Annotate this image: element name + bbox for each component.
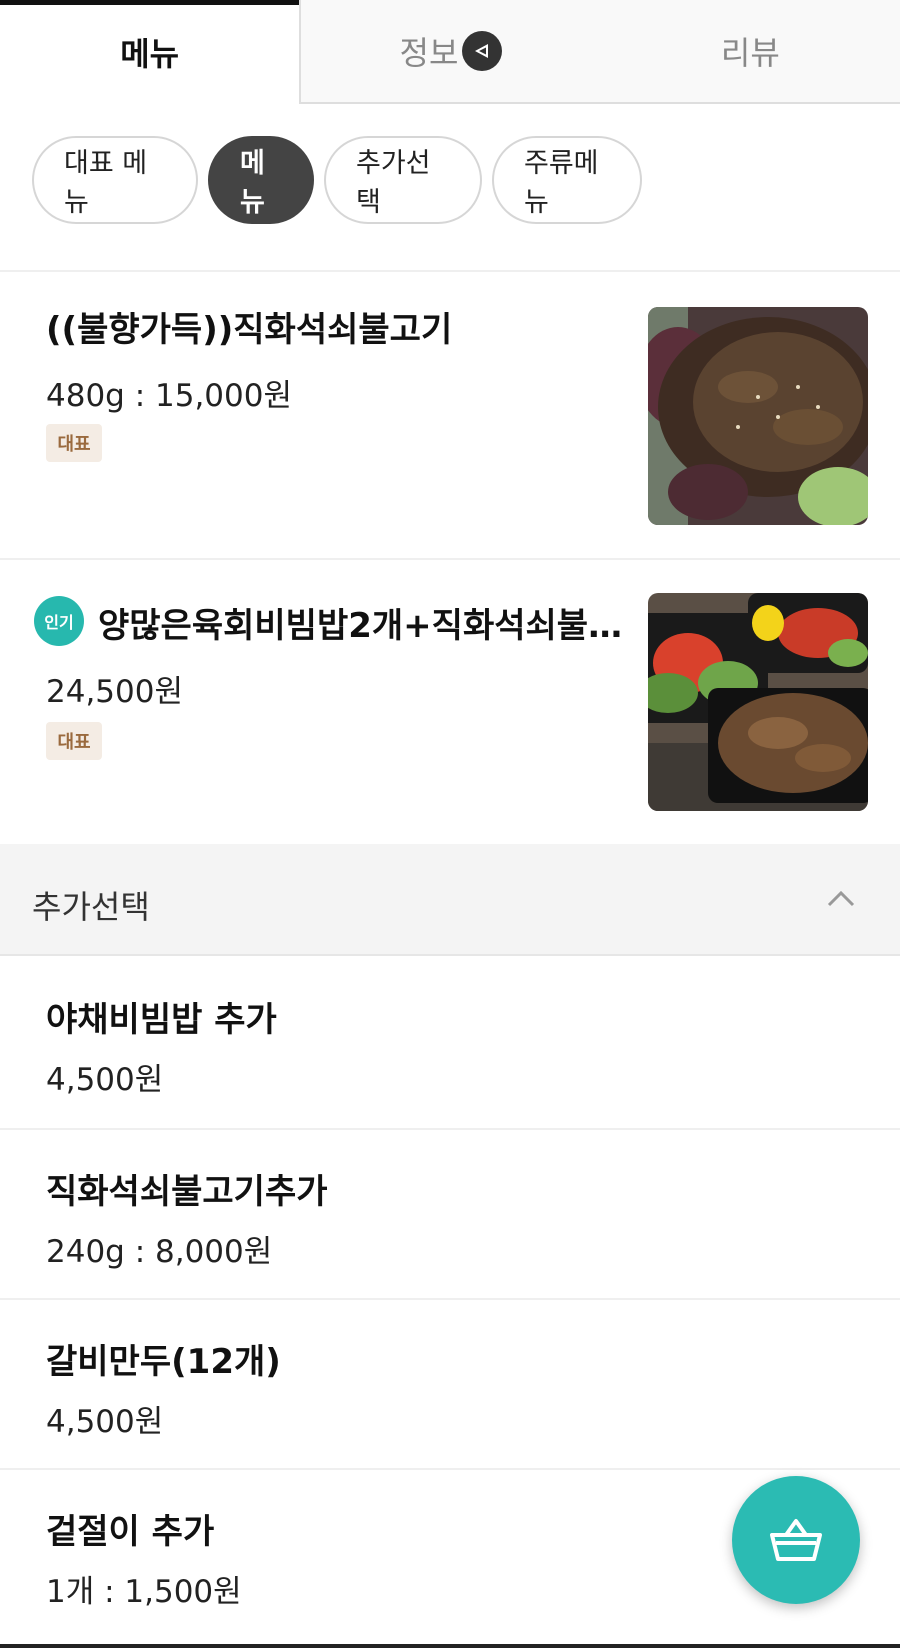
item-photo xyxy=(648,593,868,811)
section-title: 추가선택 xyxy=(32,888,150,926)
popular-badge: 인기 xyxy=(34,596,84,646)
list-item[interactable]: 직화석쇠불고기추가 240g : 8,000원 xyxy=(0,1130,900,1300)
megaphone-icon xyxy=(462,31,503,71)
basket-icon xyxy=(770,1519,822,1561)
item-photo xyxy=(648,307,868,525)
list-item[interactable]: 갈비만두(12개) 4,500원 xyxy=(0,1300,900,1470)
chevron-up-icon[interactable] xyxy=(826,888,856,908)
item-price: 480g : 15,000원 xyxy=(46,378,292,414)
item-price: 4,500원 xyxy=(46,1404,164,1440)
signature-badge: 대표 xyxy=(46,424,102,462)
item-title: 갈비만두(12개) xyxy=(46,1342,281,1382)
item-price: 240g : 8,000원 xyxy=(46,1234,273,1270)
item-price: 4,500원 xyxy=(46,1062,164,1098)
item-title: 직화석쇠불고기추가 xyxy=(46,1172,328,1212)
item-title: 야채비빔밥 추가 xyxy=(46,1000,277,1040)
item-price: 1개 : 1,500원 xyxy=(46,1574,242,1610)
tab-review[interactable]: 리뷰 xyxy=(600,0,900,104)
menu-item-bulgogi[interactable]: ((불향가득))직화석쇠불고기 480g : 15,000원 대표 xyxy=(0,272,900,558)
tab-menu[interactable]: 메뉴 xyxy=(0,0,302,104)
chip-menu[interactable]: 메뉴 xyxy=(208,136,314,224)
bottom-edge xyxy=(0,1644,900,1648)
tab-menu-label: 메뉴 xyxy=(120,35,180,73)
chip-extras[interactable]: 추가선택 xyxy=(324,136,482,224)
item-title: 겉절이 추가 xyxy=(46,1512,215,1552)
item-price: 24,500원 xyxy=(46,674,183,710)
signature-badge: 대표 xyxy=(46,722,102,760)
list-item[interactable]: 야채비빔밥 추가 4,500원 xyxy=(0,958,900,1128)
tab-info-label: 정보 xyxy=(399,34,459,72)
chip-signature-menu[interactable]: 대표 메뉴 xyxy=(32,136,198,224)
category-chips: 대표 메뉴 메뉴 추가선택 주류메뉴 xyxy=(32,136,642,224)
cart-button[interactable] xyxy=(732,1476,860,1604)
extras-section-header[interactable]: 추가선택 xyxy=(0,844,900,956)
item-title: ((불향가득))직화석쇠불고기 xyxy=(46,310,453,350)
top-tabs: 메뉴 정보 리뷰 xyxy=(0,0,900,104)
item-title: 양많은육회비빔밥2개+직화석쇠불… xyxy=(98,606,623,646)
tab-review-label: 리뷰 xyxy=(720,34,780,72)
chip-drinks[interactable]: 주류메뉴 xyxy=(492,136,642,224)
menu-item-bibimbap-set[interactable]: 인기 양많은육회비빔밥2개+직화석쇠불… 24,500원 대표 xyxy=(0,560,900,844)
tab-info[interactable]: 정보 xyxy=(301,0,601,104)
